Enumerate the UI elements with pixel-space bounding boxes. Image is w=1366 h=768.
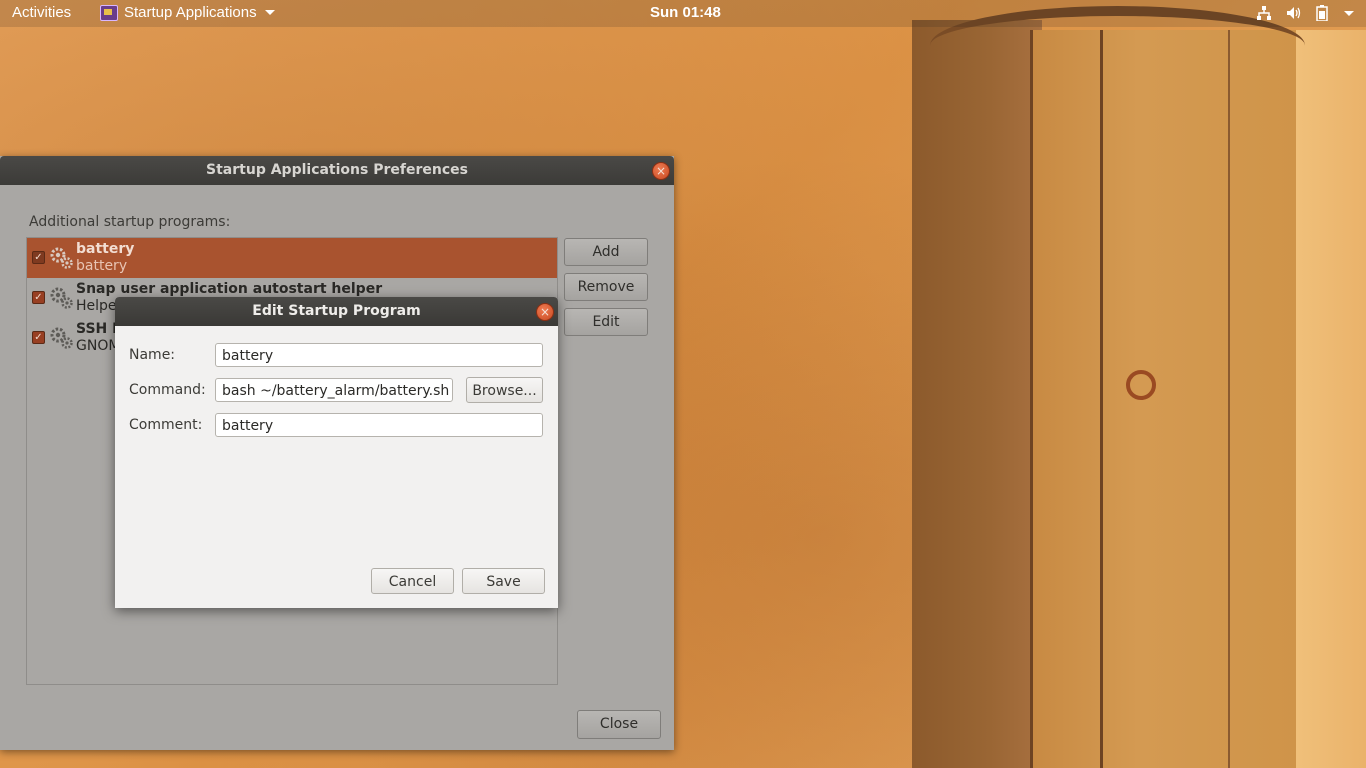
network-icon[interactable] [1256,6,1272,20]
gears-icon [50,327,73,349]
name-field[interactable]: battery [215,343,543,367]
prefs-close-icon[interactable]: × [652,162,670,180]
browse-button[interactable]: Browse... [466,377,543,403]
wallpaper-door-ring [1126,370,1156,400]
enabled-checkbox[interactable]: ✓ [32,291,45,304]
clock[interactable]: Sun 01:48 [650,4,721,21]
comment-label: Comment: [129,417,203,433]
command-field[interactable]: bash ~/battery_alarm/battery.sh [215,378,453,402]
section-label: Additional startup programs: [29,214,231,230]
item-subtitle: battery [76,258,128,274]
enabled-checkbox[interactable]: ✓ [32,331,45,344]
wallpaper-shadow [912,20,1042,768]
close-button[interactable]: Close [577,710,661,739]
item-title: Snap user application autostart helper [76,281,383,297]
battery-icon[interactable] [1316,5,1328,21]
app-menu[interactable]: Startup Applications [100,4,275,21]
remove-button[interactable]: Remove [564,273,648,301]
enabled-checkbox[interactable]: ✓ [32,251,45,264]
cancel-button[interactable]: Cancel [371,568,454,594]
edit-startup-program-dialog: Edit Startup Program × Name: battery Com… [115,297,558,608]
dialog-title[interactable]: Edit Startup Program [115,297,558,326]
item-subtitle: Helpe [76,298,117,314]
volume-icon[interactable] [1286,6,1302,20]
startup-applications-icon [100,4,118,21]
save-button[interactable]: Save [462,568,545,594]
chevron-down-icon [264,10,275,15]
item-subtitle: GNOM [76,338,121,354]
activities-button[interactable]: Activities [12,4,71,21]
edit-button[interactable]: Edit [564,308,648,336]
system-tray[interactable] [1256,5,1354,21]
chevron-down-icon[interactable] [1344,10,1354,16]
gears-icon [50,287,73,309]
app-menu-label: Startup Applications [124,4,257,21]
add-button[interactable]: Add [564,238,648,266]
list-item[interactable]: ✓ battery battery [27,238,557,278]
name-label: Name: [129,347,176,363]
comment-field[interactable]: battery [215,413,543,437]
dialog-close-icon[interactable]: × [536,303,554,321]
gears-icon [50,247,73,269]
prefs-window-title[interactable]: Startup Applications Preferences [0,156,674,185]
wallpaper-door [1030,30,1298,768]
top-bar: Activities Startup Applications Sun 01:4… [0,0,1366,27]
item-title: battery [76,241,135,257]
command-label: Command: [129,382,206,398]
